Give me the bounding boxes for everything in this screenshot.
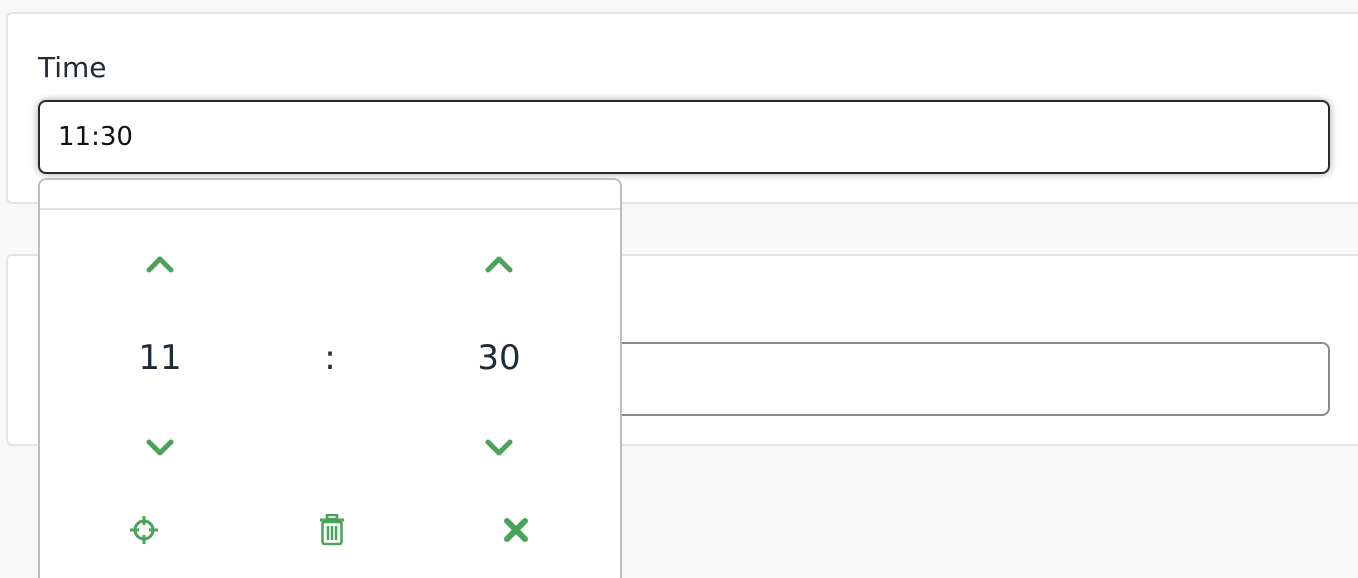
- crosshairs-icon: [130, 516, 158, 544]
- chevron-down-icon: [146, 439, 174, 456]
- chevron-up-icon: [485, 256, 513, 273]
- trash-icon: [320, 514, 344, 546]
- decrement-minutes-button[interactable]: [469, 428, 529, 468]
- time-input[interactable]: [38, 100, 1330, 174]
- time-picker-dropdown: 11 : 30: [38, 178, 622, 578]
- time-separator: :: [324, 338, 336, 378]
- increment-hours-button[interactable]: [130, 244, 190, 284]
- picker-divider: [40, 208, 620, 210]
- time-label: Time: [38, 51, 107, 84]
- chevron-up-icon: [146, 256, 174, 273]
- close-icon: [504, 518, 528, 542]
- decrement-hours-button[interactable]: [130, 428, 190, 468]
- hours-value[interactable]: 11: [100, 338, 220, 378]
- clear-button[interactable]: [310, 508, 354, 552]
- chevron-down-icon: [485, 439, 513, 456]
- increment-minutes-button[interactable]: [469, 244, 529, 284]
- select-now-button[interactable]: [122, 508, 166, 552]
- minutes-value[interactable]: 30: [439, 338, 559, 378]
- close-button[interactable]: [494, 508, 538, 552]
